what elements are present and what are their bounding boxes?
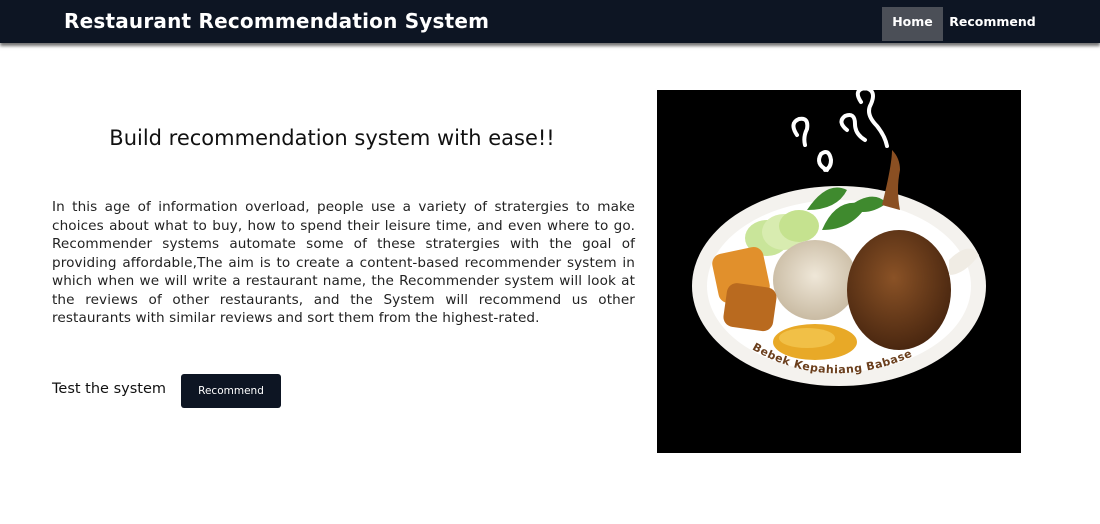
- nav-home-link[interactable]: Home: [882, 7, 943, 41]
- navbar: Restaurant Recommendation System Home Re…: [0, 0, 1100, 43]
- brand-title[interactable]: Restaurant Recommendation System: [64, 9, 489, 33]
- recommend-button[interactable]: Recommend: [181, 374, 281, 408]
- food-plate-illustration: Bebek Kepahiang Babase: [692, 90, 986, 386]
- test-system-label: Test the system: [52, 381, 166, 397]
- nav-recommend-link[interactable]: Recommend: [945, 7, 1040, 41]
- hero-description: In this age of information overload, peo…: [52, 199, 635, 326]
- steam-icon: [791, 90, 889, 172]
- hero-headline: Build recommendation system with ease!!: [109, 126, 555, 150]
- food-image: Bebek Kepahiang Babase: [657, 90, 1021, 453]
